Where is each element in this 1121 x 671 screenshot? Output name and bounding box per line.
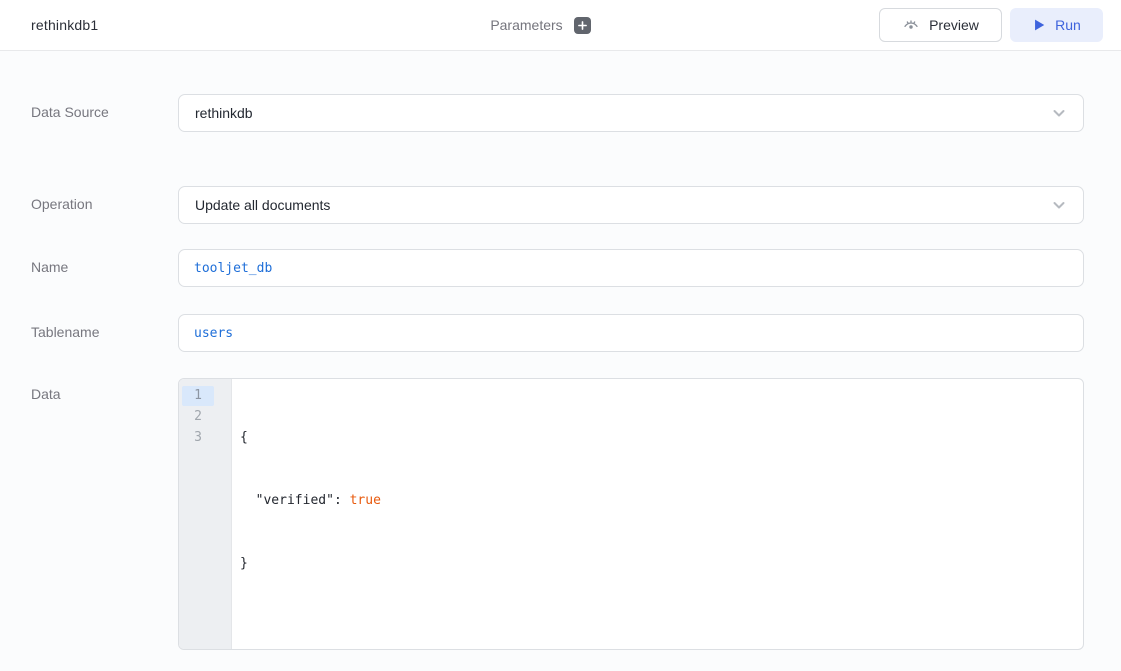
parameters-label: Parameters xyxy=(490,17,562,33)
tablename-row: Tablename xyxy=(31,314,1084,352)
code-line-1: { xyxy=(240,427,1083,448)
code-line-3: } xyxy=(240,553,1083,574)
preview-button[interactable]: Preview xyxy=(879,8,1002,42)
line-number-active: 1 xyxy=(182,386,214,406)
name-input[interactable] xyxy=(178,249,1084,287)
line-number: 2 xyxy=(182,407,214,427)
operation-select[interactable]: Update all documents xyxy=(178,186,1084,224)
operation-label: Operation xyxy=(31,186,178,224)
operation-row: Operation Update all documents xyxy=(31,186,1084,224)
code-content[interactable]: { "verified": true } xyxy=(232,379,1083,649)
operation-value: Update all documents xyxy=(195,197,1051,213)
chevron-down-icon xyxy=(1051,197,1067,213)
json-value-true: true xyxy=(350,493,381,508)
data-source-select[interactable]: rethinkdb xyxy=(178,94,1084,132)
query-editor-body: Data Source rethinkdb Operation Update a… xyxy=(0,51,1121,650)
data-row: Data 1 2 3 { "verified": true xyxy=(31,378,1084,650)
json-key: "verified" xyxy=(256,493,334,508)
gutter-line: 1 xyxy=(179,385,231,406)
run-button-label: Run xyxy=(1055,17,1081,33)
data-source-row: Data Source rethinkdb xyxy=(31,94,1084,132)
topbar-actions: Preview Run xyxy=(879,8,1121,42)
data-code-editor[interactable]: 1 2 3 { "verified": true } xyxy=(178,378,1084,650)
tablename-label: Tablename xyxy=(31,314,178,352)
add-parameter-button[interactable] xyxy=(574,17,591,34)
gutter-line: 2 xyxy=(179,406,231,427)
name-label: Name xyxy=(31,249,178,287)
run-button[interactable]: Run xyxy=(1010,8,1103,42)
name-row: Name xyxy=(31,249,1084,287)
data-source-value: rethinkdb xyxy=(195,105,1051,121)
tablename-input[interactable] xyxy=(178,314,1084,352)
data-label: Data xyxy=(31,378,178,650)
line-number: 3 xyxy=(182,428,214,448)
chevron-down-icon xyxy=(1051,105,1067,121)
query-topbar: rethinkdb1 Parameters Preview Run xyxy=(0,0,1121,51)
query-title: rethinkdb1 xyxy=(31,17,98,33)
preview-button-label: Preview xyxy=(929,17,979,33)
plus-icon xyxy=(578,21,587,30)
play-icon xyxy=(1032,18,1046,32)
eye-icon xyxy=(902,17,920,33)
code-line-2: "verified": true xyxy=(240,490,1083,511)
data-source-label: Data Source xyxy=(31,94,178,132)
line-number-gutter: 1 2 3 xyxy=(179,379,232,649)
gutter-line: 3 xyxy=(179,427,231,448)
